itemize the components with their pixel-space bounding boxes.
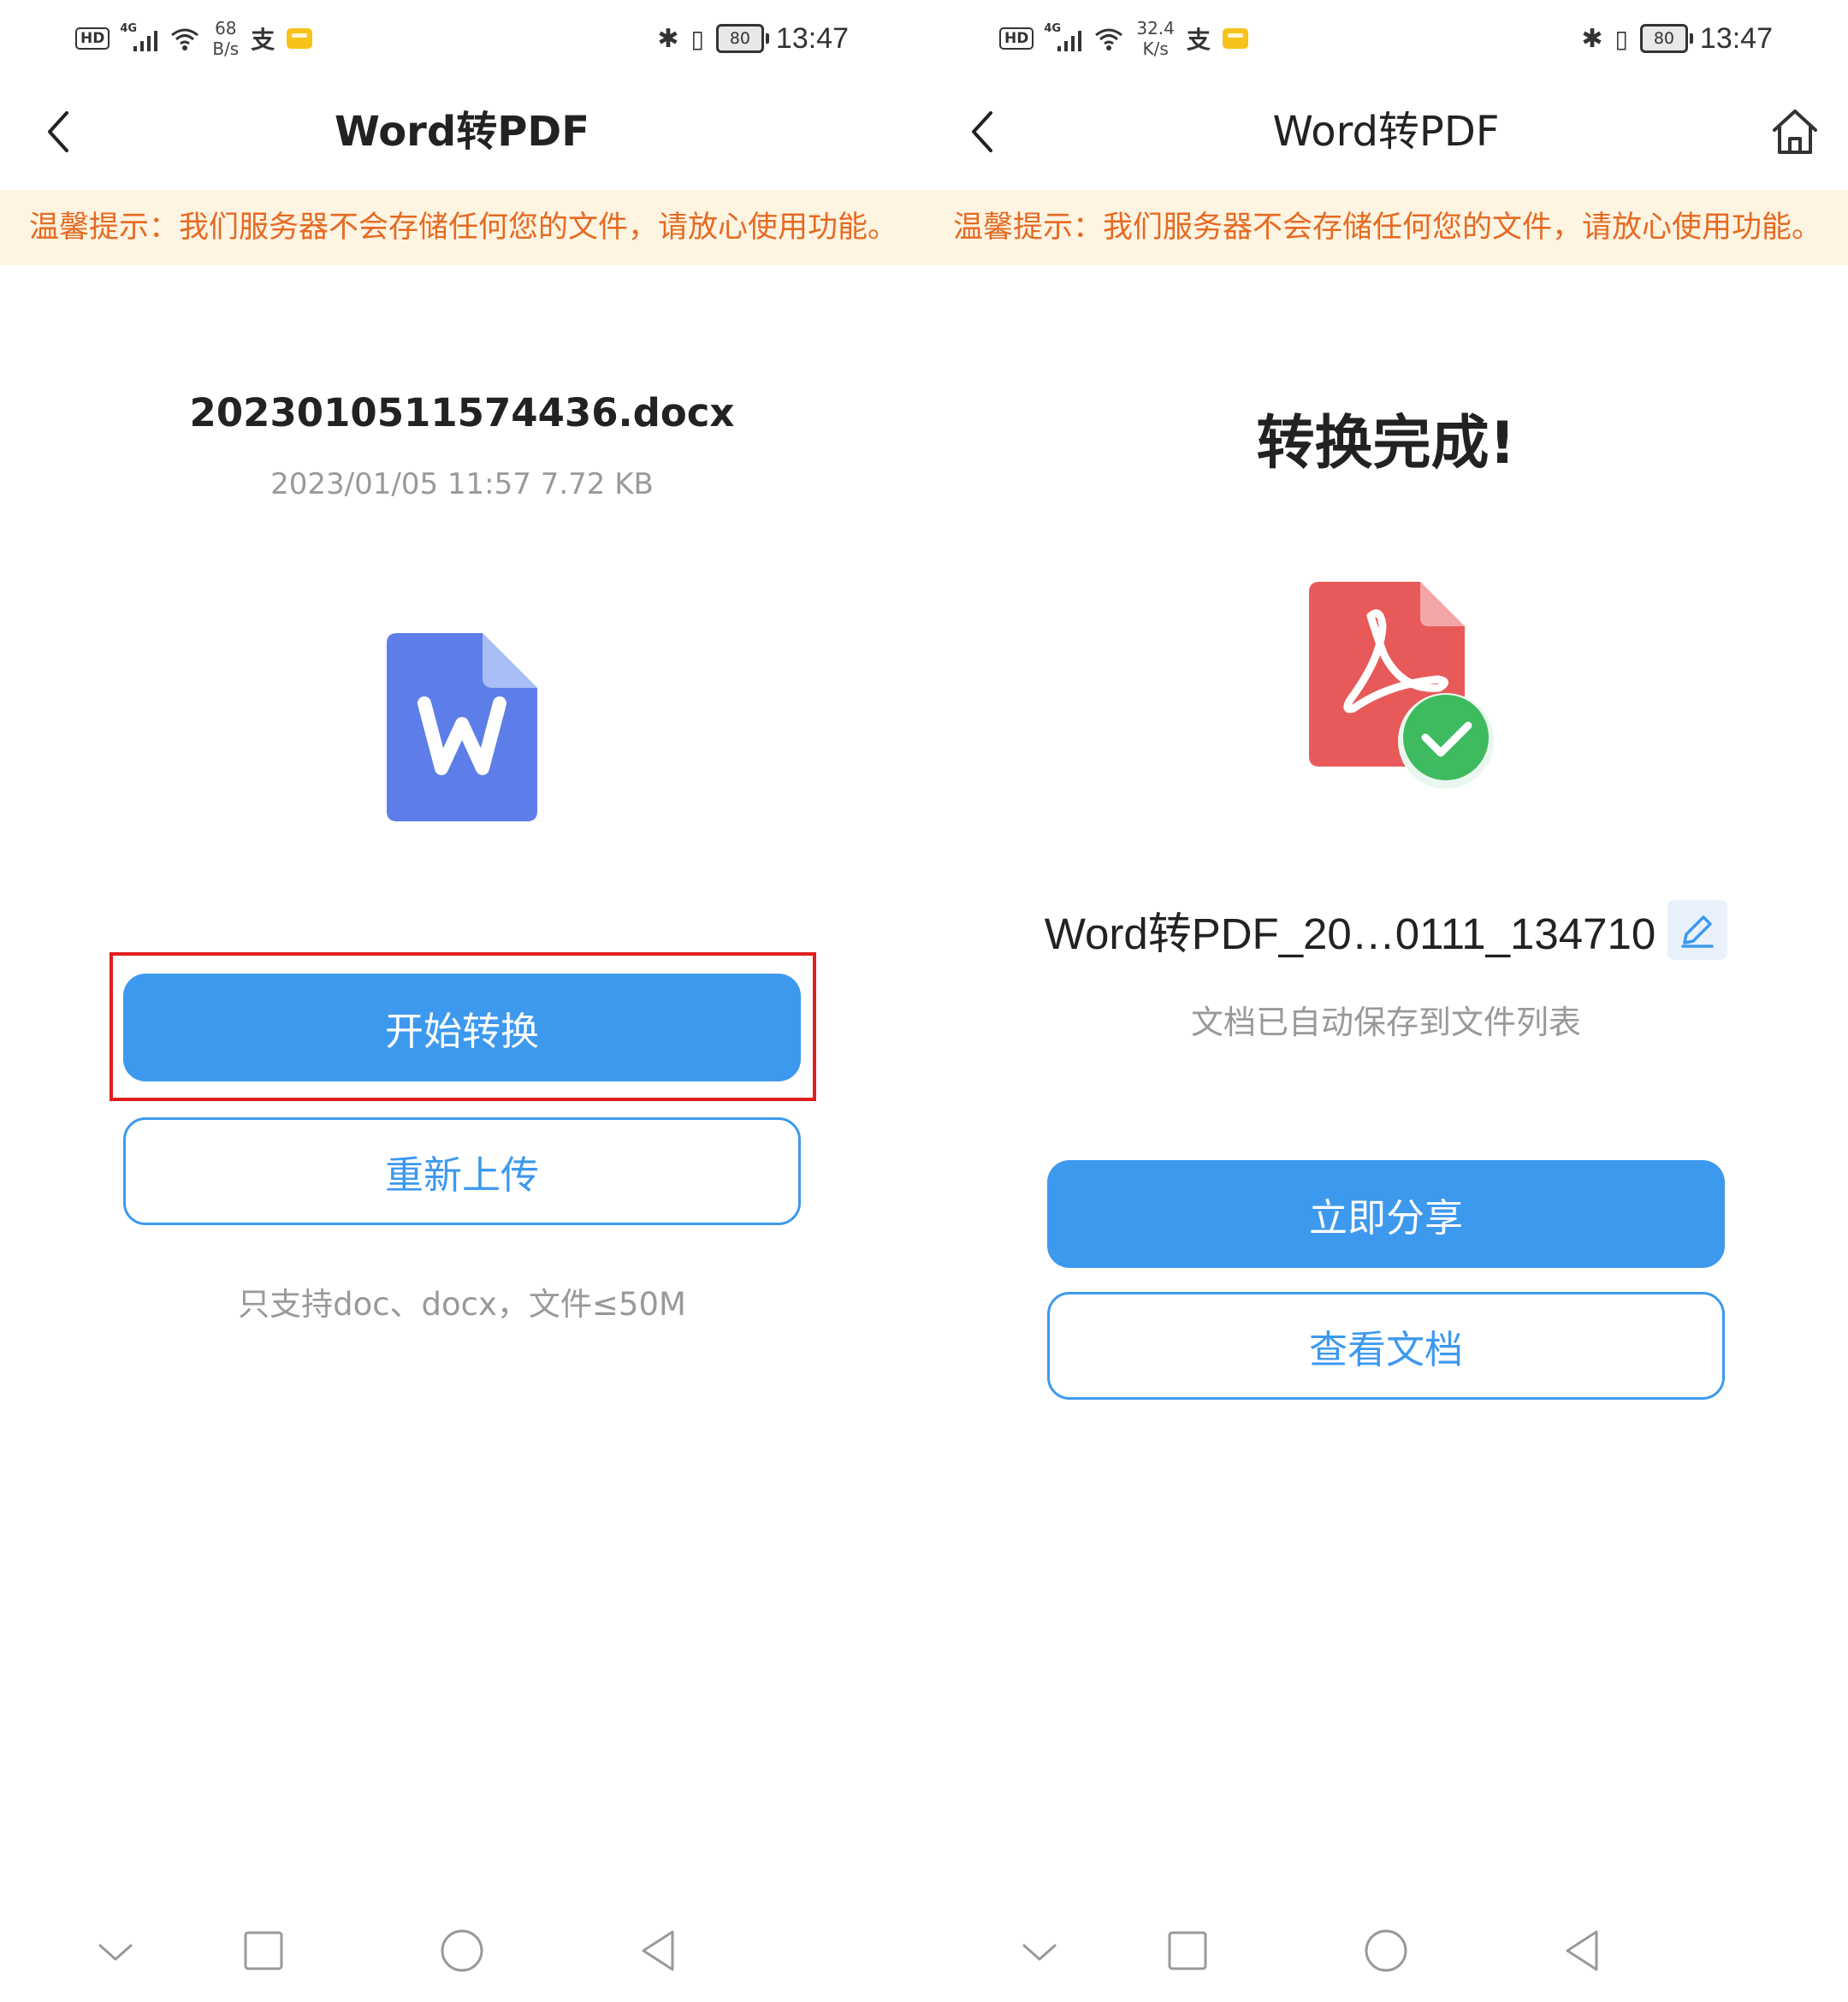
check-badge-icon	[1398, 693, 1494, 789]
alipay-icon: 支	[251, 26, 275, 54]
notice-text: 温馨提示：我们服务器不会存储任何您的文件，请放心使用功能。	[29, 210, 898, 245]
hd-icon: HD	[75, 27, 110, 50]
vibrate-icon: ▯	[1614, 24, 1628, 53]
page-title: Word转PDF	[1272, 108, 1500, 156]
clock: 13:47	[775, 21, 849, 55]
status-bar: HD 4G 32.4 K/s 支 ✱ ▯ 80 13:47	[924, 0, 1848, 77]
nav-home-icon[interactable]	[436, 1925, 488, 1976]
pdf-file-icon	[1309, 582, 1494, 789]
output-file-row: Word转PDF_20…0111_134710	[924, 898, 1848, 962]
upload-screen: HD 4G 68 B/s 支 ✱ ▯ 80 13:47 Word转PDF 温馨提…	[0, 0, 924, 2002]
vibrate-icon: ▯	[690, 24, 704, 53]
success-title: 转换完成!	[1256, 410, 1516, 477]
edit-icon[interactable]	[1667, 900, 1728, 960]
format-hint: 只支持doc、docx，文件≤50M	[238, 1286, 686, 1323]
share-button[interactable]: 立即分享	[1047, 1160, 1725, 1268]
system-nav-bar	[924, 1908, 1848, 1993]
alipay-icon: 支	[1186, 26, 1211, 54]
wallet-icon	[1222, 28, 1248, 49]
reupload-button[interactable]: 重新上传	[123, 1117, 801, 1225]
net-speed: 68 B/s	[212, 18, 240, 59]
bluetooth-icon: ✱	[1581, 23, 1603, 54]
battery-icon: 80	[1639, 24, 1693, 53]
notice-text: 温馨提示：我们服务器不会存储任何您的文件，请放心使用功能。	[953, 210, 1822, 245]
signal-icon: 4G	[1044, 22, 1082, 51]
nav-back-icon[interactable]	[1557, 1925, 1608, 1976]
output-file-name: Word转PDF_20…0111_134710	[1044, 909, 1656, 958]
status-bar: HD 4G 68 B/s 支 ✱ ▯ 80 13:47	[0, 0, 924, 77]
nav-back-icon[interactable]	[633, 1925, 684, 1976]
notice-banner: 温馨提示：我们服务器不会存储任何您的文件，请放心使用功能。	[0, 190, 924, 265]
system-nav-bar	[0, 1908, 924, 1993]
signal-icon: 4G	[120, 22, 158, 51]
battery-icon: 80	[715, 24, 769, 53]
home-icon[interactable]	[1768, 104, 1822, 159]
nav-recents-icon[interactable]	[1162, 1925, 1213, 1976]
bluetooth-icon: ✱	[657, 23, 679, 54]
nav-collapse-icon[interactable]	[90, 1925, 141, 1976]
file-name: 20230105115744​36.docx	[189, 390, 735, 435]
hd-icon: HD	[999, 27, 1034, 50]
nav-recents-icon[interactable]	[238, 1925, 289, 1976]
file-meta: 2023/01/05 11:57 7.72 KB	[270, 467, 654, 501]
page-title: Word转PDF	[334, 108, 590, 156]
notice-banner: 温馨提示：我们服务器不会存储任何您的文件，请放心使用功能。	[924, 190, 1848, 265]
view-document-button[interactable]: 查看文档	[1047, 1292, 1725, 1400]
wifi-icon	[1095, 28, 1123, 50]
clock: 13:47	[1699, 21, 1773, 55]
nav-collapse-icon[interactable]	[1014, 1925, 1065, 1976]
saved-note: 文档已自动保存到文件列表	[1190, 1004, 1581, 1041]
word-file-icon	[387, 633, 537, 821]
title-bar: Word转PDF	[0, 86, 924, 180]
title-bar: Word转PDF	[924, 86, 1848, 180]
wallet-icon	[287, 28, 313, 49]
result-screen: HD 4G 32.4 K/s 支 ✱ ▯ 80 13:47 Word转PDF 温…	[924, 0, 1848, 2002]
screenshot-pair: HD 4G 68 B/s 支 ✱ ▯ 80 13:47 Word转PDF 温馨提…	[0, 0, 1848, 2002]
wifi-icon	[171, 28, 199, 50]
start-convert-button[interactable]: 开始转换	[123, 974, 801, 1081]
net-speed: 32.4 K/s	[1136, 18, 1175, 59]
nav-home-icon[interactable]	[1360, 1925, 1412, 1976]
